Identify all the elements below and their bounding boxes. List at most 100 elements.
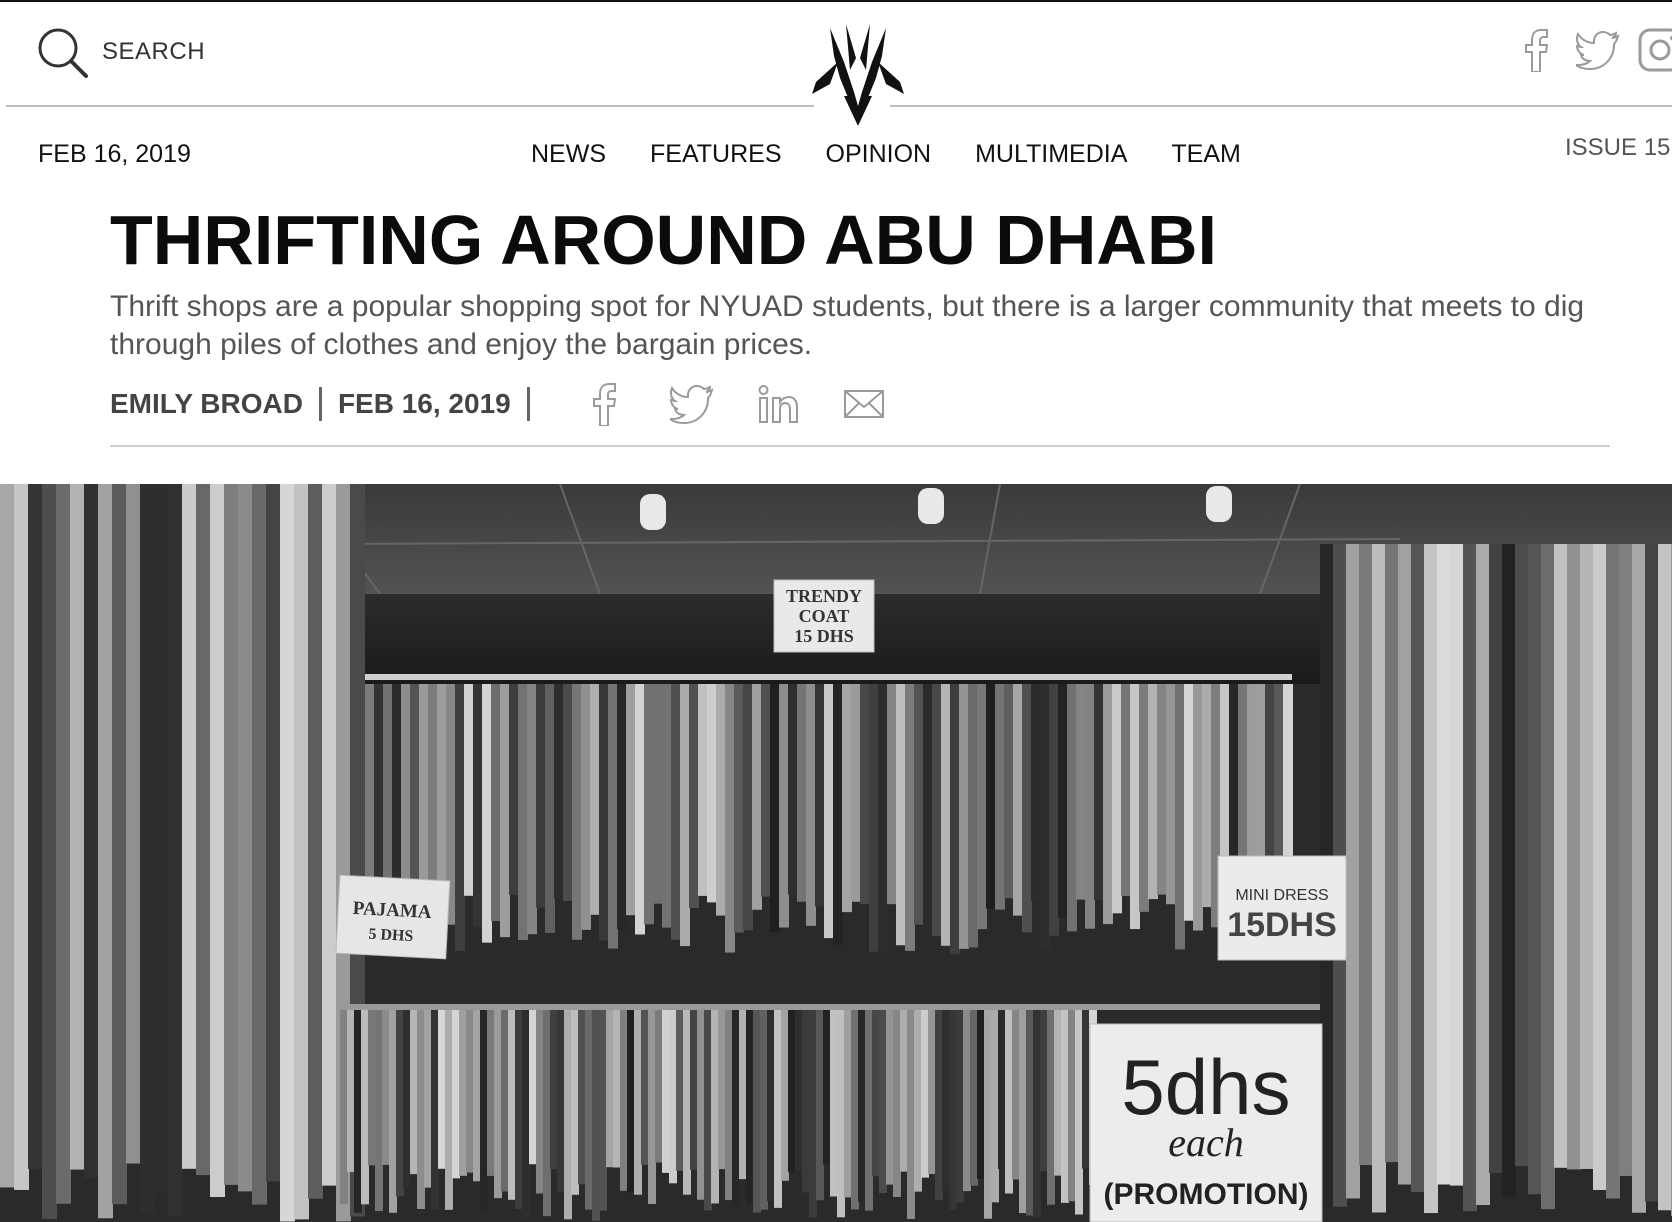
facebook-icon: [592, 383, 616, 426]
nav-item-multimedia[interactable]: MULTIMEDIA: [975, 140, 1127, 169]
garment: [563, 684, 573, 901]
garment: [98, 484, 113, 1219]
garment: [795, 1010, 803, 1171]
garment: [626, 684, 636, 916]
garment: [417, 1010, 425, 1209]
nav-item-opinion[interactable]: OPINION: [826, 140, 932, 169]
garment: [986, 684, 996, 909]
svg-text:(PROMOTION): (PROMOTION): [1104, 1178, 1309, 1211]
garment: [1476, 544, 1490, 1206]
garment: [1489, 544, 1503, 1173]
garment: [550, 1010, 558, 1170]
garment: [459, 1010, 467, 1176]
garment: [662, 1010, 670, 1173]
nav-item-features[interactable]: FEATURES: [650, 140, 782, 169]
garment: [70, 484, 85, 1170]
header-instagram-link[interactable]: [1638, 28, 1672, 72]
garment: [1139, 684, 1149, 912]
garment: [1148, 684, 1158, 900]
garment: [1541, 544, 1555, 1210]
garment: [606, 1010, 614, 1168]
sign-pajama: PAJAMA 5 DHS: [335, 874, 451, 960]
garment: [830, 1010, 838, 1197]
garment: [671, 684, 681, 940]
garment: [893, 1010, 901, 1198]
garment: [1632, 544, 1646, 1213]
svg-text:15DHS: 15DHS: [1227, 906, 1337, 944]
garment: [858, 1010, 866, 1202]
share-twitter-button[interactable]: [666, 380, 718, 428]
garment: [950, 684, 960, 954]
garment: [210, 484, 225, 1198]
garment: [690, 1010, 698, 1170]
issue-number[interactable]: ISSUE 151: [1565, 134, 1672, 162]
garment: [676, 1010, 684, 1171]
garment: [641, 1010, 649, 1165]
garment: [1502, 544, 1516, 1197]
publish-date: FEB 16, 2019: [337, 388, 511, 419]
share-linkedin-button[interactable]: [752, 380, 804, 428]
garment: [554, 684, 564, 899]
nav-item-team[interactable]: TEAM: [1171, 140, 1240, 169]
garment: [617, 684, 627, 930]
garment: [1047, 1010, 1055, 1205]
svg-text:5dhs: 5dhs: [1121, 1043, 1290, 1131]
share-email-button[interactable]: [838, 380, 890, 428]
garment: [487, 1010, 495, 1176]
garment: [1040, 1010, 1048, 1172]
garment: [761, 684, 771, 897]
garment: [746, 1010, 754, 1204]
garment: [1437, 544, 1451, 1185]
garment: [1068, 1010, 1076, 1202]
garment: [781, 1010, 789, 1181]
garment: [1658, 544, 1672, 1211]
garment: [480, 1010, 488, 1211]
garment: [509, 684, 519, 895]
garment: [802, 1010, 810, 1193]
garment: [543, 1010, 551, 1217]
garment: [347, 1010, 355, 1172]
garment: [725, 684, 735, 953]
garment: [878, 684, 888, 953]
garment: [536, 684, 546, 908]
garment: [634, 1010, 642, 1195]
garment: [1398, 544, 1412, 1185]
garment: [294, 484, 309, 1220]
search-button[interactable]: SEARCH: [36, 26, 205, 78]
share-facebook-button[interactable]: [580, 380, 632, 428]
garment: [466, 1010, 474, 1173]
garment: [84, 484, 99, 1178]
garment: [1112, 684, 1122, 914]
garment: [941, 684, 951, 946]
header-facebook-link[interactable]: [1514, 28, 1558, 72]
garment: [689, 684, 699, 909]
garment: [592, 1010, 600, 1221]
garment: [865, 1010, 873, 1211]
garment: [1515, 544, 1529, 1167]
garment: [375, 1010, 383, 1212]
nav-item-news[interactable]: NEWS: [531, 140, 606, 169]
garment: [473, 684, 483, 928]
garment: [557, 1010, 565, 1192]
garment: [984, 1010, 992, 1219]
garment: [445, 1010, 453, 1210]
garment: [518, 684, 528, 941]
garment: [1121, 684, 1131, 896]
author-name[interactable]: EMILY BROAD: [110, 388, 303, 420]
garment: [956, 1010, 964, 1203]
header-twitter-link[interactable]: [1576, 28, 1620, 72]
thrift-store-photo: TRENDY COAT 15 DHS PAJAMA 5 DHS MINI DRE…: [0, 484, 1672, 1222]
site-logo[interactable]: [810, 22, 906, 126]
garment: [522, 1010, 530, 1221]
garment: [809, 1010, 817, 1218]
garment: [851, 1010, 859, 1210]
garment: [704, 1010, 712, 1211]
garment: [707, 684, 717, 903]
site-header: SEARCH: [0, 2, 1672, 126]
garment: [770, 684, 780, 933]
garment: [683, 1010, 691, 1195]
garment: [389, 1010, 397, 1213]
garment: [322, 484, 337, 1186]
garment: [1130, 684, 1140, 930]
svg-text:PAJAMA: PAJAMA: [352, 898, 432, 923]
